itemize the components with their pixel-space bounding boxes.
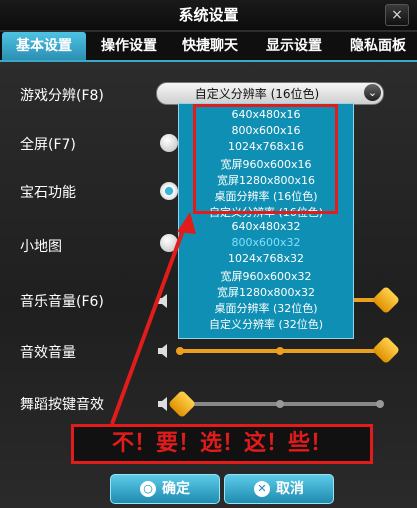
- ok-button[interactable]: ○ 确定: [110, 474, 220, 504]
- ok-circle-icon: ○: [140, 481, 156, 497]
- dropdown-option[interactable]: 自定义分辨率 (32位色): [179, 316, 353, 332]
- sfx-speaker-icon: [158, 344, 170, 358]
- minimap-toggle[interactable]: [160, 234, 178, 252]
- window-title: 系统设置: [178, 6, 239, 24]
- ok-button-label: 确定: [162, 481, 190, 497]
- tab-basic[interactable]: 基本设置: [2, 32, 86, 60]
- annotation-highlight-box: [193, 104, 338, 214]
- tab-operation[interactable]: 操作设置: [92, 32, 166, 60]
- music-volume-label: 音乐音量(F6): [20, 294, 104, 310]
- tab-bar: 基本设置 操作设置 快捷聊天 显示设置 隐私面板: [0, 32, 417, 62]
- dropdown-option[interactable]: 1024x768x32: [179, 252, 353, 265]
- dance-sfx-knob[interactable]: [167, 389, 197, 419]
- tab-quick-chat[interactable]: 快捷聊天: [172, 32, 248, 60]
- sfx-volume-label: 音效音量: [20, 345, 76, 361]
- gem-toggle[interactable]: [160, 182, 178, 200]
- annotation-warning: 不！要！选！这！些！: [71, 424, 373, 464]
- tab-privacy[interactable]: 隐私面板: [340, 32, 416, 60]
- title-bar: 系统设置 ×: [0, 0, 417, 30]
- dance-sfx-label: 舞蹈按键音效: [20, 397, 104, 413]
- sfx-volume-knob[interactable]: [371, 335, 401, 365]
- music-speaker-icon: [158, 294, 170, 308]
- dance-tick: [276, 400, 284, 408]
- minimap-label: 小地图: [20, 239, 62, 255]
- chevron-down-icon[interactable]: ⌄: [364, 84, 381, 101]
- cancel-button[interactable]: ✕ 取消: [224, 474, 334, 504]
- resolution-select[interactable]: 自定义分辨率 (16位色) ⌄: [156, 82, 384, 105]
- dropdown-option[interactable]: 宽屏1280x800x32: [179, 284, 353, 300]
- music-volume-knob[interactable]: [371, 285, 401, 315]
- settings-window: 系统设置 × 基本设置 操作设置 快捷聊天 显示设置 隐私面板 游戏分辨(F8)…: [0, 0, 417, 508]
- close-icon: ✕: [254, 481, 270, 497]
- sfx-tick: [276, 347, 284, 355]
- cancel-button-label: 取消: [276, 481, 304, 497]
- resolution-select-value: 自定义分辨率 (16位色): [194, 87, 320, 101]
- dropdown-option[interactable]: 640x480x32: [179, 220, 353, 233]
- sfx-tick: [176, 347, 184, 355]
- fullscreen-label: 全屏(F7): [20, 137, 76, 153]
- tab-display[interactable]: 显示设置: [254, 32, 334, 60]
- dropdown-option-selected[interactable]: 800x600x32: [179, 236, 353, 249]
- close-button[interactable]: ×: [385, 4, 409, 26]
- gem-label: 宝石功能: [20, 185, 76, 201]
- fullscreen-toggle[interactable]: [160, 134, 178, 152]
- resolution-label: 游戏分辨(F8): [20, 88, 104, 104]
- dropdown-option[interactable]: 桌面分辨率 (32位色): [179, 300, 353, 316]
- dance-tick: [376, 400, 384, 408]
- dropdown-option[interactable]: 宽屏960x600x32: [179, 268, 353, 284]
